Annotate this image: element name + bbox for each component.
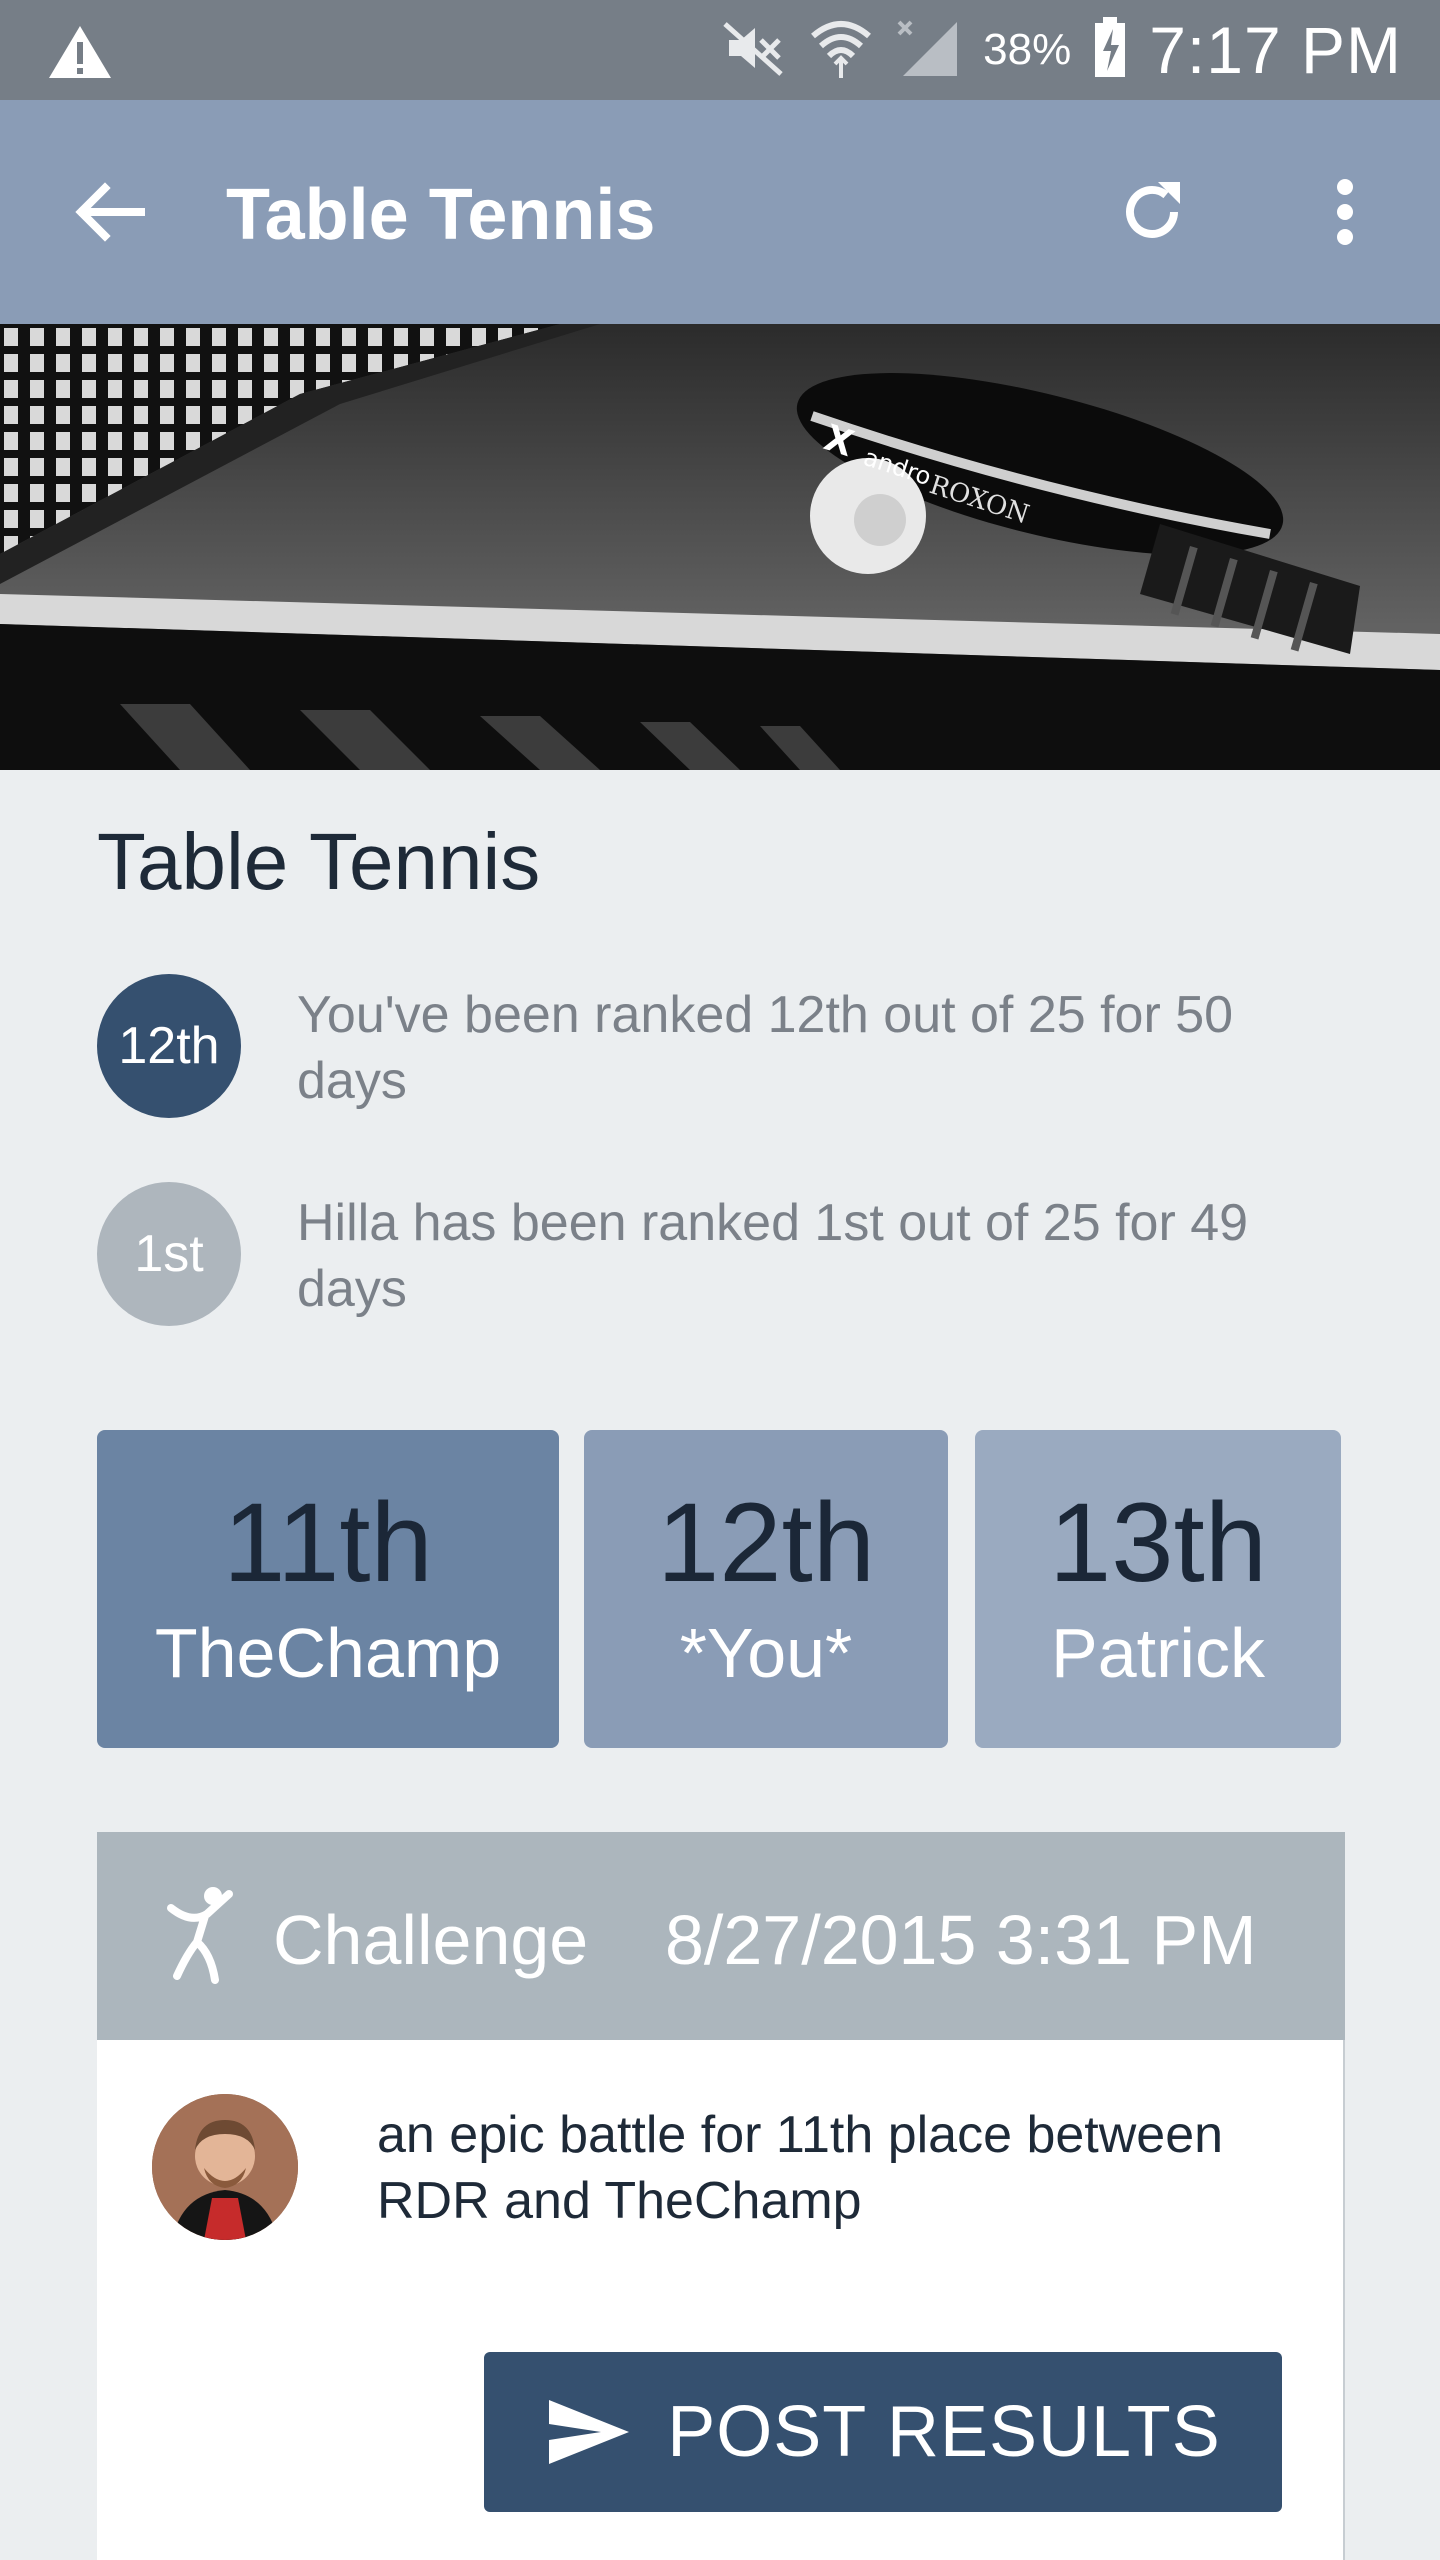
neighbor-ranks: 11th TheChamp 12th *You* 13th Patrick: [97, 1430, 1343, 1750]
challenge-date: 8/27/2015 3:31 PM: [665, 1901, 1257, 1979]
mute-icon: [721, 18, 787, 83]
challenge-header: Challenge 8/27/2015 3:31 PM: [97, 1832, 1345, 2040]
post-results-label: POST RESULTS: [667, 2392, 1221, 2472]
ranking-text-you: You've been ranked 12th out of 25 for 50…: [297, 986, 1234, 1110]
challenge-figure-icon: [167, 1887, 233, 1984]
battery-percent: 38%: [983, 25, 1072, 74]
ranking-row-leader: 1st Hilla has been ranked 1st out of 25 …: [97, 1182, 1357, 1326]
wifi-icon: [809, 16, 873, 85]
rank-card-you[interactable]: 12th *You*: [584, 1430, 948, 1748]
back-arrow-icon: [75, 182, 145, 242]
app-bar-title: Table Tennis: [226, 175, 656, 255]
battery-charging-icon: [1093, 16, 1127, 84]
rank-card-above[interactable]: 11th TheChamp: [97, 1430, 559, 1748]
more-options-button[interactable]: [1305, 172, 1385, 252]
ranking-row-you: 12th You've been ranked 12th out of 25 f…: [97, 974, 1357, 1118]
rank-badge-leader: 1st: [97, 1182, 241, 1326]
back-button[interactable]: [70, 172, 150, 252]
rank-card-place: 13th: [1049, 1480, 1267, 1605]
refresh-button[interactable]: [1112, 172, 1192, 252]
challenge-description: an epic battle for 11th place between RD…: [377, 2106, 1224, 2230]
clock: 7:17 PM: [1149, 13, 1402, 87]
challenge-card: Challenge 8/27/2015 3:31 PM an epic batt…: [97, 1832, 1345, 2560]
rank-card-name: TheChamp: [154, 1614, 502, 1692]
rank-badge-you: 12th: [97, 974, 241, 1118]
rank-card-place: 11th: [223, 1480, 433, 1605]
refresh-icon: [1126, 182, 1180, 238]
warning-icon: [45, 22, 115, 87]
rank-card-below[interactable]: 13th Patrick: [975, 1430, 1341, 1748]
app-bar: Table Tennis: [0, 100, 1440, 324]
avatar: [152, 2094, 298, 2240]
section-title: Table Tennis: [97, 817, 541, 906]
ranking-text-leader: Hilla has been ranked 1st out of 25 for …: [297, 1194, 1249, 1318]
rank-card-name: *You*: [679, 1614, 853, 1692]
challenge-label: Challenge: [273, 1901, 589, 1979]
signal-icon: [895, 16, 961, 85]
send-icon: [549, 2400, 630, 2464]
status-bar: 38% 7:17 PM: [0, 0, 1440, 100]
post-results-button[interactable]: POST RESULTS: [484, 2352, 1282, 2512]
hero-image: X andro ROXON: [0, 324, 1440, 770]
more-vert-icon: [1337, 179, 1353, 245]
rank-card-place: 12th: [657, 1480, 875, 1605]
rank-card-name: Patrick: [1051, 1614, 1265, 1692]
